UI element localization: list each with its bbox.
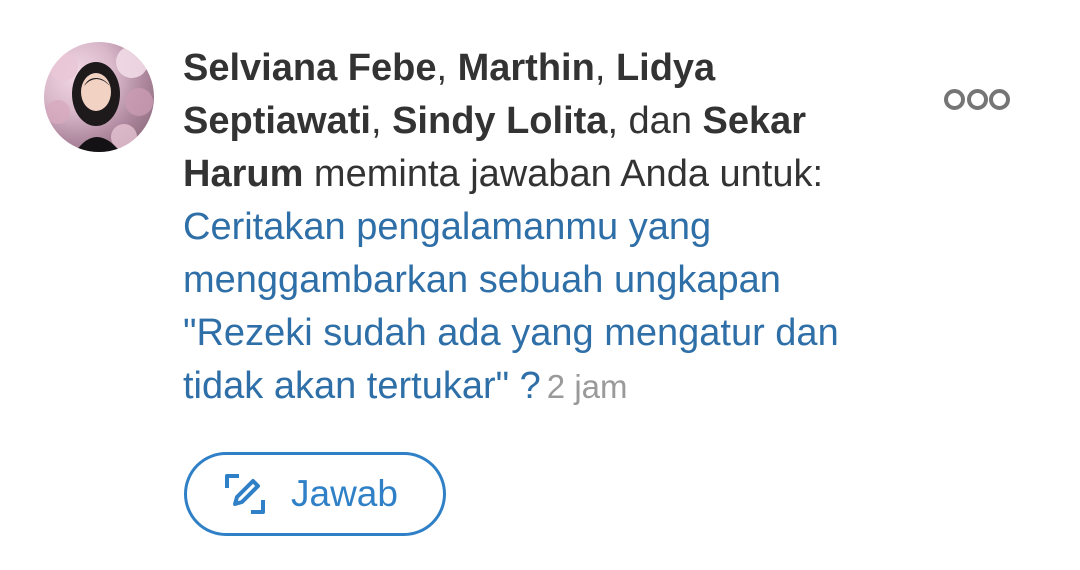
name-separator: , <box>594 47 616 89</box>
timestamp: 2 jam <box>546 368 628 405</box>
avatar-photo-icon <box>46 46 153 152</box>
answer-button[interactable]: Jawab <box>184 452 446 536</box>
more-options-icon <box>944 88 965 110</box>
question-link[interactable]: Ceritakan pengalamanmu yang menggambarka… <box>183 206 839 407</box>
requester-name[interactable]: Marthin <box>458 47 595 89</box>
requester-name[interactable]: Selviana Febe <box>183 47 436 89</box>
name-separator: , <box>436 47 458 89</box>
avatar[interactable] <box>44 42 154 152</box>
name-separator: , dan <box>607 100 703 142</box>
more-options-icon <box>966 88 988 110</box>
more-options-icon <box>989 88 1010 110</box>
more-options-button[interactable] <box>944 84 1010 114</box>
answer-request-notification[interactable]: Selviana Febe, Marthin, Lidya Septiawati… <box>0 0 1080 570</box>
name-separator: , <box>370 100 393 142</box>
action-text: meminta jawaban Anda untuk: <box>303 153 824 195</box>
requester-name[interactable]: Sindy Lolita <box>392 100 607 142</box>
notification-text: Selviana Febe, Marthin, Lidya Septiawati… <box>183 42 883 413</box>
answer-button-label: Jawab <box>291 473 398 514</box>
edit-icon <box>225 474 265 514</box>
